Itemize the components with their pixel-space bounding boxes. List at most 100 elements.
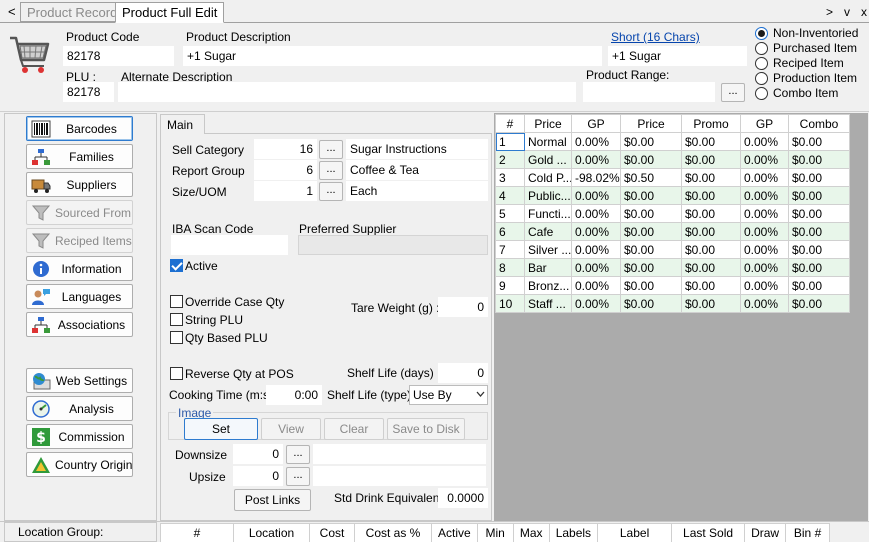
price-grid-cell[interactable]: 0.00% (740, 276, 789, 295)
price-grid-cell[interactable]: Functi... (524, 204, 572, 223)
price-grid-row[interactable]: 6 Cafe 0.00% $0.00 $0.00 0.00% $0.00 (495, 222, 850, 241)
sidebar-item-languages[interactable]: Languages (26, 284, 133, 309)
price-grid-cell[interactable]: $0.00 (788, 222, 850, 241)
price-grid-cell[interactable]: Normal (524, 132, 572, 151)
std-drink-field[interactable]: 0.0000 (438, 488, 488, 508)
downsize-field[interactable]: 0 (233, 444, 283, 464)
price-grid-cell[interactable]: $0.00 (788, 276, 850, 295)
price-grid-cell[interactable]: $0.00 (788, 150, 850, 169)
sidebar-item-suppliers[interactable]: Suppliers (26, 172, 133, 197)
price-grid-cell[interactable]: 0.00% (740, 150, 789, 169)
price-grid-cell[interactable]: $0.50 (620, 168, 682, 187)
shelf-life-days-field[interactable]: 0 (438, 363, 488, 383)
cooking-time-field[interactable]: 0:00 (266, 385, 322, 405)
price-grid-row[interactable]: 2 Gold ... 0.00% $0.00 $0.00 0.00% $0.00 (495, 150, 850, 169)
sidebar-item-information[interactable]: Information (26, 256, 133, 281)
price-grid-cell[interactable]: 0.00% (571, 186, 621, 205)
price-grid-cell[interactable]: 0.00% (740, 132, 789, 151)
tare-weight-field[interactable]: 0 (438, 297, 488, 317)
sell-category-number-field[interactable]: 16 (254, 139, 317, 159)
price-grid-cell[interactable]: $0.00 (788, 204, 850, 223)
price-grid-cell[interactable]: 0.00% (740, 186, 789, 205)
image-view-button[interactable]: View (261, 418, 321, 440)
sidebar-item-barcodes[interactable]: Barcodes (26, 116, 133, 141)
price-grid-cell[interactable]: Cafe (524, 222, 572, 241)
price-grid-row[interactable]: 3 Cold P... -98.02% $0.50 $0.00 0.00% $0.00 (495, 168, 850, 187)
price-grid-cell[interactable]: $0.00 (620, 150, 682, 169)
location-table-header[interactable]: Last Sold (671, 523, 746, 542)
price-grid-cell[interactable]: $0.00 (681, 204, 741, 223)
close-tab-button[interactable]: x (861, 5, 867, 19)
price-grid-cell[interactable]: $0.00 (620, 222, 682, 241)
location-table-header[interactable]: Draw (744, 523, 787, 542)
report-group-browse-button[interactable]: ... (319, 161, 343, 180)
reverse-qty-checkbox[interactable] (170, 367, 183, 380)
price-grid-row[interactable]: 5 Functi... 0.00% $0.00 $0.00 0.00% $0.00 (495, 204, 850, 223)
price-grid-row[interactable]: 9 Bronz... 0.00% $0.00 $0.00 0.00% $0.00 (495, 276, 850, 295)
location-table-header[interactable]: Cost (309, 523, 355, 542)
radio-non-inventoried[interactable] (755, 27, 768, 40)
tab-product-full-edit[interactable]: Product Full Edit (115, 2, 225, 23)
price-grid-cell[interactable]: 0.00% (571, 240, 621, 259)
price-grid-cell[interactable]: Public... (524, 186, 572, 205)
price-grid-cell[interactable]: $0.00 (681, 222, 741, 241)
price-grid-cell[interactable]: $0.00 (681, 240, 741, 259)
price-grid-cell[interactable]: 2 (495, 150, 525, 169)
price-grid-cell[interactable]: 0.00% (740, 258, 789, 277)
price-grid-cell[interactable]: $0.00 (788, 168, 850, 187)
sidebar-item-country-origin[interactable]: Country Origin (26, 452, 133, 477)
dropdown-tabs-button[interactable]: v (844, 5, 850, 19)
iba-scan-code-field[interactable] (171, 235, 288, 255)
price-grid-header[interactable]: GP (571, 114, 621, 133)
price-grid-cell[interactable]: 0.00% (571, 294, 621, 313)
size-uom-number-field[interactable]: 1 (254, 181, 317, 201)
radio-combo-item[interactable] (755, 87, 768, 100)
price-grid-cell[interactable]: $0.00 (788, 240, 850, 259)
radio-reciped-item[interactable] (755, 57, 768, 70)
price-grid-cell[interactable]: 0.00% (571, 132, 621, 151)
upsize-field[interactable]: 0 (233, 466, 283, 486)
price-grid-cell[interactable]: $0.00 (788, 186, 850, 205)
price-grid-cell[interactable]: $0.00 (681, 276, 741, 295)
price-grid-cell[interactable]: 10 (495, 294, 525, 313)
scroll-right-button[interactable]: > (826, 5, 833, 19)
price-grid-cell[interactable]: $0.00 (681, 186, 741, 205)
plu-field[interactable]: 82178 (63, 82, 114, 102)
price-grid-cell[interactable]: Bar (524, 258, 572, 277)
sidebar-item-families[interactable]: Families (26, 144, 133, 169)
price-grid-cell[interactable]: $0.00 (788, 294, 850, 313)
price-grid-cell[interactable]: $0.00 (681, 168, 741, 187)
price-grid-cell[interactable]: 4 (495, 186, 525, 205)
price-grid-header[interactable]: Combo (788, 114, 850, 133)
location-table-header[interactable]: Cost as % (354, 523, 432, 542)
price-grid-cell[interactable]: 0.00% (740, 204, 789, 223)
location-table-header[interactable]: Bin # (785, 523, 831, 542)
price-grid-cell[interactable]: Staff ... (524, 294, 572, 313)
sidebar-item-web-settings[interactable]: Web Settings (26, 368, 133, 393)
price-grid-cell[interactable]: 0.00% (740, 222, 789, 241)
location-table-header[interactable]: Max (512, 523, 550, 542)
price-grid-cell[interactable]: 3 (495, 168, 525, 187)
price-grid-cell[interactable]: Cold P... (524, 168, 572, 187)
price-grid-cell[interactable]: $0.00 (788, 132, 850, 151)
price-grid-cell[interactable]: 0.00% (740, 240, 789, 259)
price-grid-cell[interactable]: $0.00 (620, 132, 682, 151)
tab-main[interactable]: Main (160, 114, 205, 134)
price-grid-cell[interactable]: 5 (495, 204, 525, 223)
sidebar-item-analysis[interactable]: Analysis (26, 396, 133, 421)
price-grid-cell[interactable]: -98.02% (571, 168, 621, 187)
sidebar-item-associations[interactable]: Associations (26, 312, 133, 337)
price-grid-cell[interactable]: 0.00% (740, 168, 789, 187)
back-arrow-button[interactable]: < (8, 4, 16, 19)
price-grid-header[interactable]: Price (620, 114, 682, 133)
product-description-field[interactable]: +1 Sugar (183, 46, 602, 66)
location-table-header[interactable]: Location (233, 523, 310, 542)
image-clear-button[interactable]: Clear (324, 418, 384, 440)
override-case-qty-checkbox[interactable] (170, 295, 183, 308)
price-grid-cell[interactable]: 0.00% (571, 276, 621, 295)
price-grid-cell[interactable]: $0.00 (620, 294, 682, 313)
price-grid-cell[interactable]: 8 (495, 258, 525, 277)
price-grid-header[interactable]: Price (524, 114, 572, 133)
price-grid-cell[interactable]: $0.00 (620, 258, 682, 277)
radio-purchased-item[interactable] (755, 42, 768, 55)
